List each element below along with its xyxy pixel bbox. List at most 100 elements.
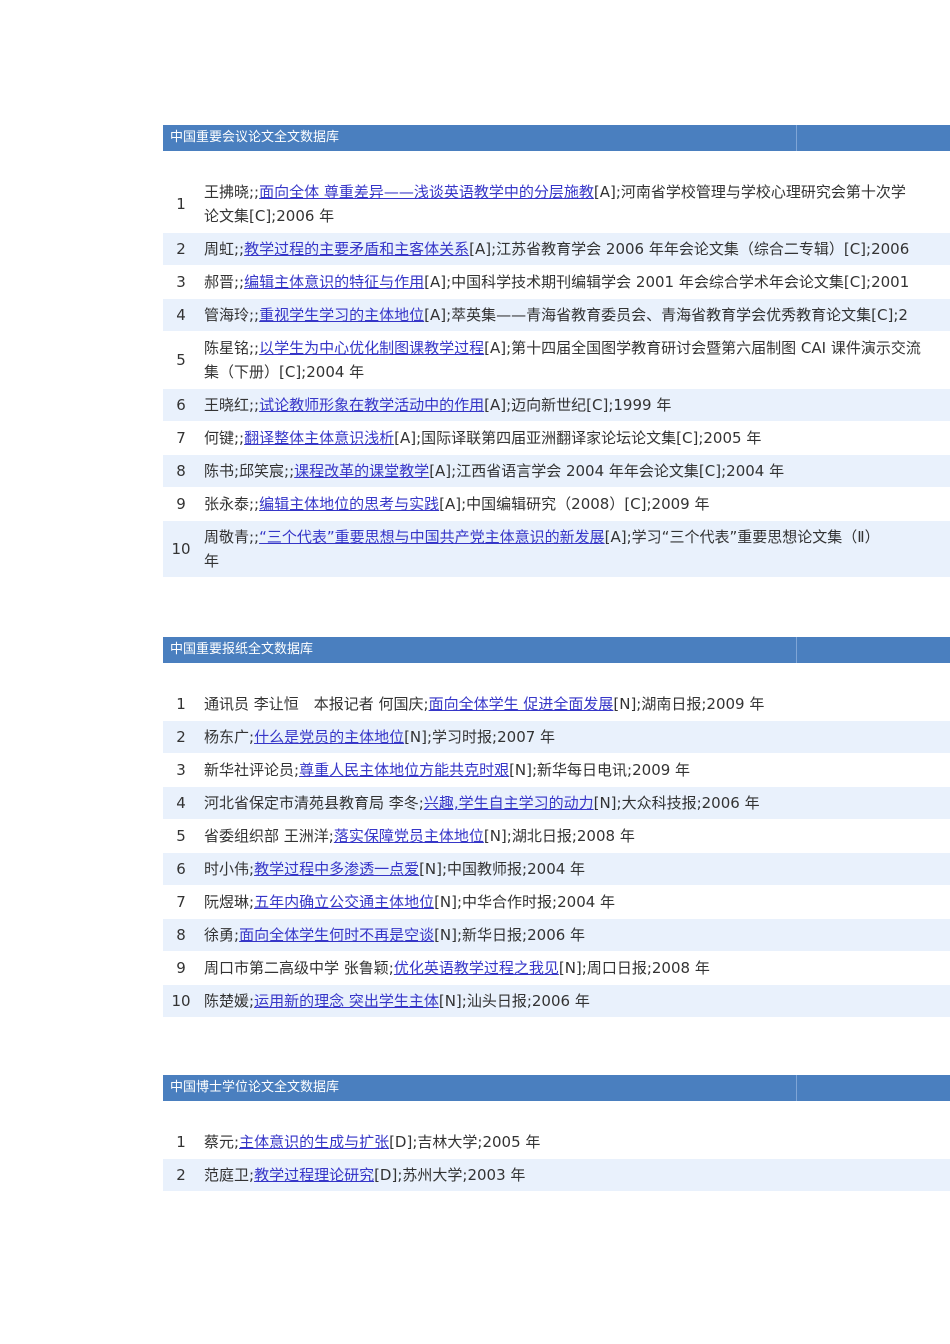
article-link[interactable]: 什么是党员的主体地位 — [254, 728, 404, 746]
citation: 新华社评论员;尊重人民主体地位方能共克时艰[N];新华每日电讯;2009 年 — [199, 754, 950, 786]
item-number: 4 — [176, 306, 186, 324]
authors: 周敬青;; — [204, 528, 260, 546]
article-link[interactable]: 教学过程理论研究 — [254, 1166, 374, 1184]
result-list: 1 通讯员 李让恒 本报记者 何国庆;面向全体学生 促进全面发展[N];湖南日报… — [163, 688, 950, 1018]
article-link[interactable]: 以学生为中心优化制图课教学过程 — [259, 339, 484, 357]
section-title: 中国博士学位论文全文数据库 — [170, 1080, 340, 1095]
list-item: 9 张永泰;;编辑主体地位的思考与实践[A];中国编辑研究（2008）[C];2… — [163, 488, 950, 521]
article-link[interactable]: 面向全体 尊重差异——浅谈英语教学中的分层施教 — [259, 183, 594, 201]
article-link[interactable]: 试论教师形象在教学活动中的作用 — [259, 396, 484, 414]
list-item: 2 范庭卫;教学过程理论研究[D];苏州大学;2003 年 — [163, 1159, 950, 1192]
source: [D];吉林大学;2005 年 — [389, 1133, 541, 1151]
list-item: 1 通讯员 李让恒 本报记者 何国庆;面向全体学生 促进全面发展[N];湖南日报… — [163, 688, 950, 721]
authors: 河北省保定市清苑县教育局 李冬; — [204, 794, 424, 812]
article-link[interactable]: 兴趣,学生自主学习的动力 — [424, 794, 594, 812]
item-number: 1 — [176, 195, 186, 213]
header-divider — [796, 637, 797, 663]
list-item: 1 王拂晓;;面向全体 尊重差异——浅谈英语教学中的分层施教[A];河南省学校管… — [163, 176, 950, 233]
item-number: 2 — [176, 240, 186, 258]
citation: 杨东广;什么是党员的主体地位[N];学习时报;2007 年 — [199, 721, 950, 753]
list-item: 7 阮煜琳;五年内确立公交通主体地位[N];中华合作时报;2004 年 — [163, 886, 950, 919]
source: [N];周口日报;2008 年 — [558, 959, 710, 977]
source: [A];中国编辑研究（2008）[C];2009 年 — [439, 495, 710, 513]
section-header: 中国重要报纸全文数据库 — [163, 637, 950, 663]
source: [A];江苏省教育学会 2006 年年会论文集（综合二专辑）[C];2006 — [469, 240, 910, 258]
list-item: 4 管海玲;;重视学生学习的主体地位[A];萃英集——青海省教育委员会、青海省教… — [163, 299, 950, 332]
article-link[interactable]: 教学过程中多渗透一点爱 — [254, 860, 419, 878]
item-number: 7 — [176, 429, 186, 447]
source-continued: 集（下册）[C];2004 年 — [204, 363, 365, 381]
item-number: 2 — [176, 1166, 186, 1184]
citation: 何键;;翻译整体主体意识浅析[A];国际译联第四届亚洲翻译家论坛论文集[C];2… — [199, 422, 950, 454]
list-item: 3 郝晋;;编辑主体意识的特征与作用[A];中国科学技术期刊编辑学会 2001 … — [163, 266, 950, 299]
item-number: 10 — [171, 992, 191, 1010]
source: [N];湖南日报;2009 年 — [613, 695, 765, 713]
item-number: 10 — [171, 540, 191, 558]
citation: 通讯员 李让恒 本报记者 何国庆;面向全体学生 促进全面发展[N];湖南日报;2… — [199, 688, 950, 720]
source: [N];新华日报;2006 年 — [434, 926, 586, 944]
article-link[interactable]: 五年内确立公交通主体地位 — [254, 893, 434, 911]
citation: 周敬青;;“三个代表”重要思想与中国共产党主体意识的新发展[A];学习“三个代表… — [199, 521, 950, 577]
authors: 郝晋;; — [204, 273, 245, 291]
citation: 河北省保定市清苑县教育局 李冬;兴趣,学生自主学习的动力[N];大众科技报;20… — [199, 787, 950, 819]
article-link[interactable]: 教学过程的主要矛盾和主客体关系 — [244, 240, 469, 258]
item-number: 1 — [176, 695, 186, 713]
article-link[interactable]: 主体意识的生成与扩张 — [239, 1133, 389, 1151]
article-link[interactable]: 课程改革的课堂教学 — [294, 462, 429, 480]
authors: 杨东广; — [204, 728, 255, 746]
article-link[interactable]: 优化英语教学过程之我见 — [394, 959, 559, 977]
source: [A];江西省语言学会 2004 年年会论文集[C];2004 年 — [429, 462, 785, 480]
article-link[interactable]: 编辑主体地位的思考与实践 — [259, 495, 439, 513]
item-number: 8 — [176, 462, 186, 480]
source: [N];汕头日报;2006 年 — [438, 992, 590, 1010]
citation: 周口市第二高级中学 张鲁颖;优化英语教学过程之我见[N];周口日报;2008 年 — [199, 952, 950, 984]
authors: 陈书;邱笑宸;; — [204, 462, 295, 480]
source: [N];大众科技报;2006 年 — [593, 794, 760, 812]
source: [A];河南省学校管理与学校心理研究会第十次学 — [593, 183, 906, 201]
article-link[interactable]: 翻译整体主体意识浅析 — [244, 429, 394, 447]
source-continued: 年 — [204, 552, 220, 570]
source: [A];迈向新世纪[C];1999 年 — [484, 396, 672, 414]
authors: 何键;; — [204, 429, 245, 447]
section-header: 中国重要会议论文全文数据库 — [163, 125, 950, 151]
list-item: 2 周虹;;教学过程的主要矛盾和主客体关系[A];江苏省教育学会 2006 年年… — [163, 233, 950, 266]
citation: 徐勇;面向全体学生何时不再是空谈[N];新华日报;2006 年 — [199, 919, 950, 951]
article-link[interactable]: 落实保障党员主体地位 — [334, 827, 484, 845]
list-item: 5 省委组织部 王洲洋;落实保障党员主体地位[N];湖北日报;2008 年 — [163, 820, 950, 853]
authors: 周虹;; — [204, 240, 245, 258]
source: [A];第十四届全国图学教育研讨会暨第六届制图 CAI 课件演示交流 — [484, 339, 921, 357]
authors: 陈楚媛; — [204, 992, 255, 1010]
article-link[interactable]: 尊重人民主体地位方能共克时艰 — [299, 761, 509, 779]
source: [N];学习时报;2007 年 — [404, 728, 556, 746]
article-link[interactable]: 面向全体学生何时不再是空谈 — [239, 926, 434, 944]
article-link[interactable]: “三个代表”重要思想与中国共产党主体意识的新发展 — [259, 528, 605, 546]
authors: 张永泰;; — [204, 495, 260, 513]
section-conference: 中国重要会议论文全文数据库 1 王拂晓;;面向全体 尊重差异——浅谈英语教学中的… — [163, 125, 950, 578]
source: [A];中国科学技术期刊编辑学会 2001 年会综合学术年会论文集[C];200… — [424, 273, 910, 291]
item-number: 9 — [176, 959, 186, 977]
list-item: 5 陈星铭;;以学生为中心优化制图课教学过程[A];第十四届全国图学教育研讨会暨… — [163, 332, 950, 389]
item-number: 7 — [176, 893, 186, 911]
authors: 省委组织部 王洲洋; — [204, 827, 334, 845]
section-newspaper: 中国重要报纸全文数据库 1 通讯员 李让恒 本报记者 何国庆;面向全体学生 促进… — [163, 637, 950, 1018]
citation: 陈星铭;;以学生为中心优化制图课教学过程[A];第十四届全国图学教育研讨会暨第六… — [199, 332, 950, 388]
authors: 蔡元; — [204, 1133, 240, 1151]
source: [A];国际译联第四届亚洲翻译家论坛论文集[C];2005 年 — [394, 429, 762, 447]
item-number: 3 — [176, 761, 186, 779]
article-link[interactable]: 面向全体学生 促进全面发展 — [429, 695, 614, 713]
source: [N];新华每日电讯;2009 年 — [509, 761, 691, 779]
authors: 徐勇; — [204, 926, 240, 944]
authors: 王拂晓;; — [204, 183, 260, 201]
item-number: 4 — [176, 794, 186, 812]
article-link[interactable]: 运用新的理念 突出学生主体 — [254, 992, 439, 1010]
citation: 省委组织部 王洲洋;落实保障党员主体地位[N];湖北日报;2008 年 — [199, 820, 950, 852]
article-link[interactable]: 编辑主体意识的特征与作用 — [244, 273, 424, 291]
citation: 张永泰;;编辑主体地位的思考与实践[A];中国编辑研究（2008）[C];200… — [199, 488, 950, 520]
article-link[interactable]: 重视学生学习的主体地位 — [259, 306, 424, 324]
result-list: 1 王拂晓;;面向全体 尊重差异——浅谈英语教学中的分层施教[A];河南省学校管… — [163, 176, 950, 578]
citation: 郝晋;;编辑主体意识的特征与作用[A];中国科学技术期刊编辑学会 2001 年会… — [199, 266, 950, 298]
list-item: 6 王晓红;;试论教师形象在教学活动中的作用[A];迈向新世纪[C];1999 … — [163, 389, 950, 422]
citation: 范庭卫;教学过程理论研究[D];苏州大学;2003 年 — [199, 1159, 950, 1191]
citation: 管海玲;;重视学生学习的主体地位[A];萃英集——青海省教育委员会、青海省教育学… — [199, 299, 950, 331]
citation: 王拂晓;;面向全体 尊重差异——浅谈英语教学中的分层施教[A];河南省学校管理与… — [199, 176, 950, 232]
